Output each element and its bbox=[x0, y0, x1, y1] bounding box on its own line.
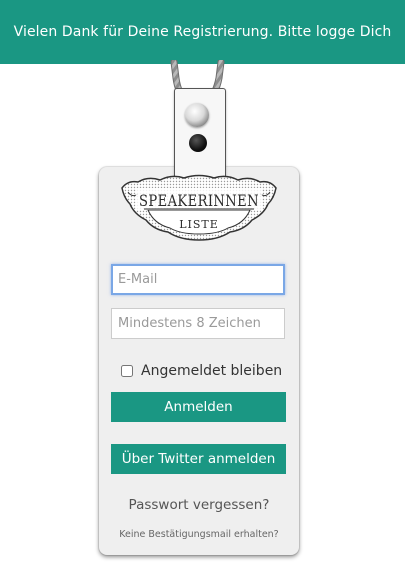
password-input[interactable] bbox=[111, 308, 285, 339]
twitter-login-button[interactable]: Über Twitter anmelden bbox=[111, 444, 286, 474]
flash-message: Vielen Dank für Deine Registrierung. Bit… bbox=[0, 0, 405, 104]
metal-ring-icon bbox=[185, 103, 209, 127]
logo: SPEAKERINNEN LISTE bbox=[118, 174, 280, 242]
email-input[interactable] bbox=[111, 264, 285, 295]
remember-me[interactable]: Angemeldet bleiben bbox=[121, 362, 282, 380]
resend-confirmation-link[interactable]: Keine Bestätigungsmail erhalten? bbox=[99, 529, 299, 540]
badge-clip bbox=[174, 88, 226, 186]
logo-subtitle: LISTE bbox=[179, 218, 219, 231]
logo-title: SPEAKERINNEN bbox=[139, 191, 259, 210]
punch-hole-icon bbox=[189, 134, 207, 152]
login-page: Vielen Dank für Deine Registrierung. Bit… bbox=[0, 0, 405, 572]
forgot-password-link[interactable]: Passwort vergessen? bbox=[99, 497, 299, 513]
remember-me-checkbox[interactable] bbox=[121, 365, 133, 377]
remember-me-label: Angemeldet bleiben bbox=[141, 363, 283, 379]
login-button[interactable]: Anmelden bbox=[111, 392, 286, 422]
